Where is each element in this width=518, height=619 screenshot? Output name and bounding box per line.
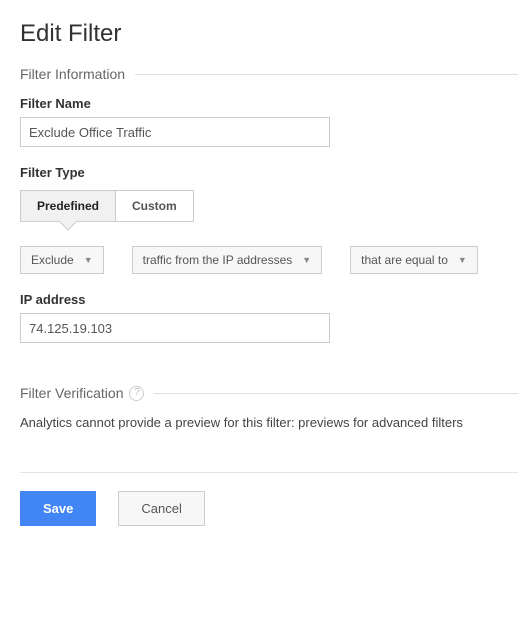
divider [154, 393, 518, 394]
filter-type-custom[interactable]: Custom [116, 190, 194, 222]
filter-type-toggle: Predefined Custom [20, 190, 194, 222]
cancel-button[interactable]: Cancel [118, 491, 204, 526]
chevron-down-icon: ▼ [458, 255, 467, 265]
divider [20, 472, 518, 473]
verification-message: Analytics cannot provide a preview for t… [20, 415, 518, 430]
chevron-down-icon: ▼ [84, 255, 93, 265]
filter-type-label: Filter Type [20, 165, 518, 180]
filter-source-select[interactable]: traffic from the IP addresses ▼ [132, 246, 323, 274]
save-button[interactable]: Save [20, 491, 96, 526]
section-title-label: Filter Verification [20, 385, 123, 401]
help-icon[interactable]: ? [129, 386, 144, 401]
action-bar: Save Cancel [20, 491, 518, 526]
filter-name-input[interactable] [20, 117, 330, 147]
section-filter-verification: Filter Verification ? [20, 385, 518, 401]
filter-match-select[interactable]: that are equal to ▼ [350, 246, 478, 274]
section-title-label: Filter Information [20, 66, 125, 82]
page-title: Edit Filter [20, 20, 518, 48]
ip-address-input[interactable] [20, 313, 330, 343]
filter-type-predefined[interactable]: Predefined [20, 190, 116, 222]
ip-address-label: IP address [20, 292, 518, 307]
chevron-down-icon: ▼ [302, 255, 311, 265]
section-filter-information: Filter Information [20, 66, 518, 82]
divider [135, 74, 518, 75]
filter-action-select[interactable]: Exclude ▼ [20, 246, 104, 274]
filter-match-value: that are equal to [361, 253, 448, 267]
filter-source-value: traffic from the IP addresses [143, 253, 293, 267]
filter-action-value: Exclude [31, 253, 74, 267]
filter-name-label: Filter Name [20, 96, 518, 111]
